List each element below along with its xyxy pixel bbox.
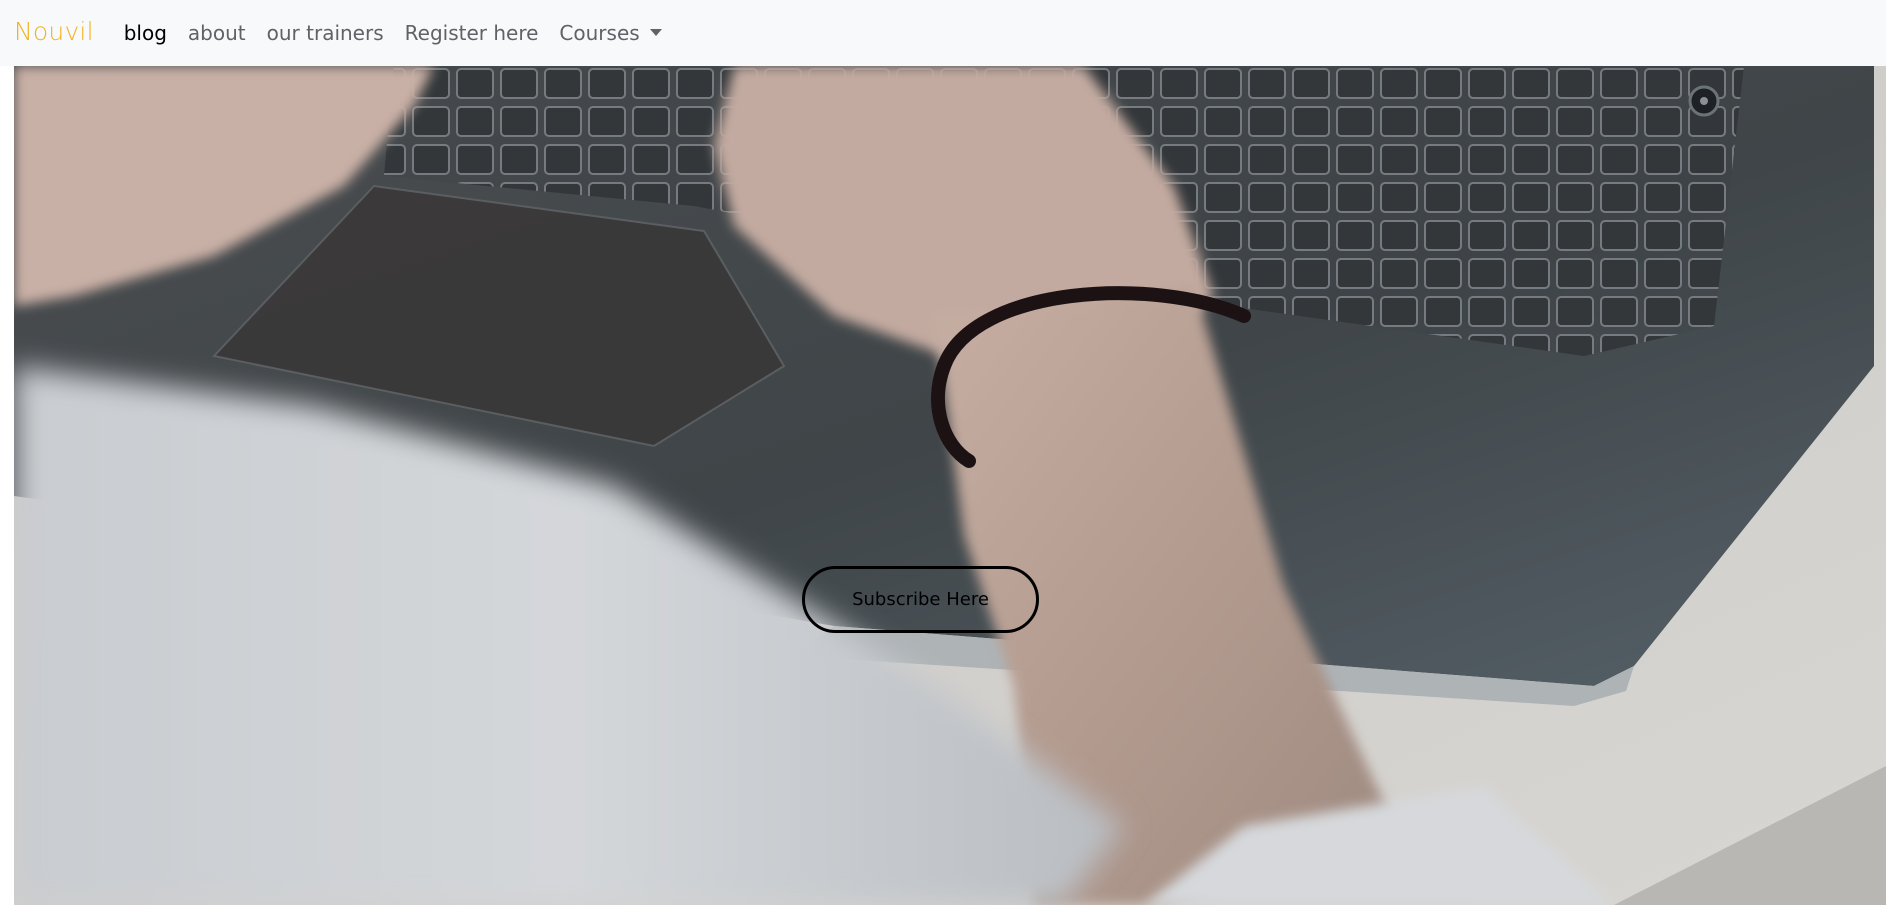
nav-dropdown-courses-label: Courses	[559, 21, 640, 45]
brand-logo[interactable]: Nouvil	[14, 17, 94, 46]
nav-link-our-trainers[interactable]: our trainers	[267, 21, 384, 45]
navbar: Nouvil blog about our trainers Register …	[0, 0, 1886, 66]
hero-background-image	[14, 66, 1886, 905]
subscribe-button[interactable]: Subscribe Here	[802, 566, 1039, 633]
nav-dropdown-courses[interactable]: Courses	[559, 21, 662, 45]
caret-down-icon	[649, 29, 662, 36]
nav-link-blog[interactable]: blog	[124, 21, 167, 45]
nav-link-about[interactable]: about	[188, 21, 246, 45]
nav-links: blog about our trainers Register here Co…	[124, 21, 683, 45]
nav-link-register-here[interactable]: Register here	[405, 21, 539, 45]
hero-section: Subscribe Here	[14, 66, 1886, 905]
